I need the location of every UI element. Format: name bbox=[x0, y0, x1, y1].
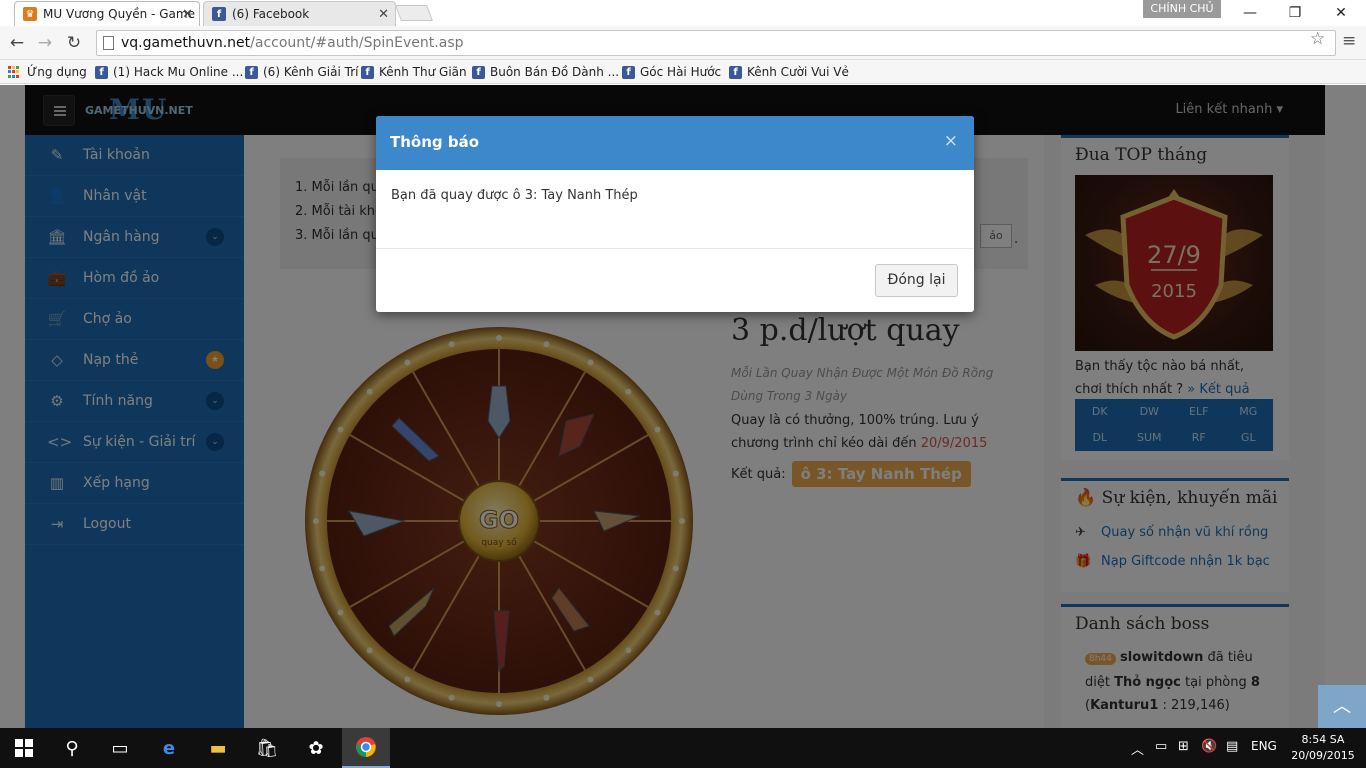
windows-taskbar: ⚲ ▭ e ▬ 🛍 ✿ ︿ ▭ ⊞ 🔇 ▤ ENG 8:54 SA 20/09/… bbox=[0, 728, 1366, 768]
tab-mu-vuong-quyen[interactable]: ♛ MU Vương Quyền - Game ✕ bbox=[14, 1, 200, 26]
close-tab-icon[interactable]: ✕ bbox=[182, 7, 193, 22]
reload-icon[interactable]: ↻ bbox=[63, 32, 85, 54]
facebook-icon: f bbox=[245, 65, 258, 79]
bookmark-label: Ứng dụng bbox=[27, 65, 87, 79]
close-window-button[interactable]: ✕ bbox=[1318, 0, 1364, 26]
bookmark-label: Kênh Thư Giãn bbox=[379, 65, 467, 79]
close-modal-button[interactable]: Đóng lại bbox=[875, 264, 958, 297]
store-icon[interactable]: 🛍 bbox=[243, 728, 291, 768]
tab-title: (6) Facebook bbox=[232, 7, 310, 21]
page-icon bbox=[103, 36, 114, 50]
tab-facebook[interactable]: f (6) Facebook ✕ bbox=[203, 1, 396, 26]
forward-icon[interactable]: → bbox=[34, 32, 56, 54]
bookmark-label: Kênh Cười Vui Vẻ bbox=[747, 65, 849, 79]
bookmark-label: (6) Kênh Giải Trí bbox=[263, 65, 359, 79]
chrome-taskbar-icon[interactable] bbox=[342, 728, 390, 768]
file-explorer-icon[interactable]: ▬ bbox=[194, 728, 242, 768]
task-view-icon[interactable]: ▭ bbox=[96, 728, 144, 768]
bookmark-star-icon[interactable]: ☆ bbox=[1310, 29, 1325, 49]
bookmark-kenh-giai-tri[interactable]: f (6) Kênh Giải Trí bbox=[245, 63, 358, 81]
network-icon[interactable]: ⊞ bbox=[1178, 739, 1189, 754]
bookmarks-bar: Ứng dụng f (1) Hack Mu Online ... f (6) Kê… bbox=[0, 60, 1366, 84]
facebook-icon: f bbox=[622, 65, 635, 79]
language-indicator[interactable]: ENG bbox=[1251, 739, 1277, 753]
bookmark-kenh-cuoi[interactable]: f Kênh Cười Vui Vẻ bbox=[729, 63, 849, 81]
modal-message: Bạn đã quay được ô 3: Tay Nanh Thép bbox=[391, 188, 638, 203]
bookmark-goc-hai-huoc[interactable]: f Góc Hài Hước bbox=[622, 63, 721, 81]
game-app-icon[interactable]: ✿ bbox=[292, 728, 340, 768]
edge-icon[interactable]: e bbox=[145, 728, 193, 768]
profile-badge[interactable]: CHÍNH CHỦ bbox=[1143, 0, 1221, 18]
game-favicon-icon: ♛ bbox=[23, 7, 37, 21]
windows-start-icon[interactable] bbox=[0, 728, 48, 768]
action-center-icon[interactable]: ▤ bbox=[1226, 739, 1238, 754]
bookmark-label: (1) Hack Mu Online ... bbox=[113, 65, 244, 79]
facebook-icon: f bbox=[212, 7, 226, 21]
facebook-icon: f bbox=[472, 65, 485, 79]
bookmark-kenh-thu-gian[interactable]: f Kênh Thư Giãn bbox=[361, 63, 467, 81]
chrome-menu-icon[interactable]: ≡ bbox=[1342, 31, 1356, 51]
bookmark-label: Buôn Bán Đồ Dành ... bbox=[490, 65, 620, 79]
restore-button[interactable]: ❐ bbox=[1272, 0, 1318, 26]
url-path: /account/#auth/SpinEvent.asp bbox=[250, 35, 464, 51]
volume-icon[interactable]: 🔇 bbox=[1201, 739, 1217, 754]
modal-title: Thông báo bbox=[390, 133, 480, 151]
tab-strip: ♛ MU Vương Quyền - Game ✕ f (6) Facebook… bbox=[0, 0, 1366, 26]
bookmark-hack-mu[interactable]: f (1) Hack Mu Online ... bbox=[95, 63, 243, 81]
url-host: vq.gamethuvn.net bbox=[121, 35, 251, 51]
facebook-icon: f bbox=[95, 65, 108, 79]
address-bar[interactable]: vq.gamethuvn.net/account/#auth/SpinEvent… bbox=[96, 30, 1336, 56]
battery-icon[interactable]: ▭ bbox=[1155, 739, 1167, 754]
bookmark-apps[interactable]: Ứng dụng bbox=[8, 63, 87, 81]
search-icon[interactable]: ⚲ bbox=[48, 728, 96, 768]
tray-chevron-icon[interactable]: ︿ bbox=[1131, 739, 1144, 758]
modal-footer: Đóng lại bbox=[376, 248, 974, 312]
new-tab-button[interactable] bbox=[395, 5, 433, 21]
facebook-icon: f bbox=[361, 65, 374, 79]
back-icon[interactable]: ← bbox=[6, 32, 28, 54]
taskbar-clock[interactable]: 8:54 SA 20/09/2015 bbox=[1288, 732, 1358, 764]
close-tab-icon[interactable]: ✕ bbox=[378, 7, 389, 22]
bookmark-buon-ban[interactable]: f Buôn Bán Đồ Dành ... bbox=[472, 63, 619, 81]
browser-toolbar: ← → ↻ vq.gamethuvn.net/account/#auth/Spi… bbox=[0, 26, 1366, 60]
clock-date: 20/09/2015 bbox=[1291, 749, 1355, 762]
close-icon[interactable]: × bbox=[944, 131, 958, 151]
bookmark-label: Góc Hài Hước bbox=[640, 65, 722, 79]
notification-modal: Thông báo × Bạn đã quay được ô 3: Tay Na… bbox=[376, 116, 974, 312]
tab-title: MU Vương Quyền - Game bbox=[43, 7, 195, 21]
apps-grid-icon bbox=[8, 65, 21, 79]
scroll-to-top-button[interactable]: ︿ bbox=[1318, 685, 1366, 728]
minimize-button[interactable]: — bbox=[1227, 0, 1273, 26]
facebook-icon: f bbox=[729, 65, 742, 79]
clock-time: 8:54 SA bbox=[1301, 733, 1345, 746]
modal-header: Thông báo × bbox=[376, 116, 974, 170]
